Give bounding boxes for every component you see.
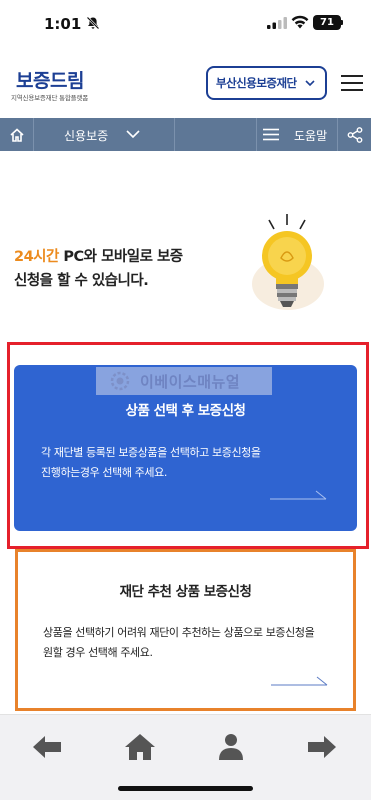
- nav-home-button[interactable]: [0, 118, 34, 151]
- wifi-icon: [291, 15, 309, 29]
- battery-tip: [341, 20, 343, 25]
- lightbulb-illustration: [252, 214, 324, 310]
- bell-slash-icon: [86, 16, 100, 30]
- share-icon: [347, 126, 362, 143]
- intro-text: 24시간 PC와 모바일로 보증 신청을 할 수 있습니다.: [14, 245, 183, 293]
- battery-icon: 71: [313, 15, 341, 30]
- foundation-select-label: 부산신용보증재단: [216, 76, 297, 90]
- logo-subtitle: 지역신용보증재단 통합플랫폼: [11, 94, 89, 102]
- battery-level: 71: [320, 17, 334, 28]
- nav-share-button[interactable]: [337, 118, 371, 151]
- card-title: 상품 선택 후 보증신청: [125, 403, 246, 419]
- person-icon[interactable]: [215, 733, 247, 761]
- watermark: 이베이스매뉴얼: [96, 367, 272, 395]
- home-indicator: [118, 786, 253, 791]
- nav-category-dropdown[interactable]: 신용보증: [34, 118, 174, 151]
- site-header: 보증드림 지역신용보증재단 통합플랫폼 부산신용보증재단: [0, 46, 371, 118]
- status-time: 1:01: [44, 15, 82, 33]
- foundation-recommended-apply-card[interactable]: 재단 추천 상품 보증신청 상품을 선택하기 어려워 재단이 추천하는 상품으로…: [15, 549, 356, 711]
- card-desc-line: 상품을 선택하기 어려워 재단이 추천하는 상품으로 보증신청을: [43, 626, 315, 639]
- intro-line-2: 신청을 할 수 있습니다.: [14, 273, 149, 289]
- hamburger-menu-icon[interactable]: [341, 75, 363, 93]
- nav-bar: 신용보증 도움말: [0, 118, 371, 151]
- status-bar: 1:01 71: [0, 0, 371, 46]
- home-icon[interactable]: [124, 733, 156, 761]
- chevron-down-icon: [305, 80, 315, 87]
- back-arrow-icon[interactable]: [31, 733, 63, 761]
- nav-help-button[interactable]: 도움말: [256, 118, 337, 151]
- cell-signal-icon: [267, 17, 287, 29]
- nav-divider: [174, 118, 175, 151]
- card-desc-line: 원할 경우 선택해 주세요.: [43, 646, 153, 659]
- intro-highlight: 24시간: [14, 249, 59, 265]
- watermark-logo-icon: [110, 371, 130, 391]
- nav-help-label: 도움말: [294, 129, 328, 143]
- watermark-text: 이베이스매뉴얼: [140, 372, 241, 391]
- intro-line-1: 24시간 PC와 모바일로 보증: [14, 245, 183, 269]
- nav-category-label: 신용보증: [64, 129, 109, 143]
- card-description: 상품을 선택하기 어려워 재단이 추천하는 상품으로 보증신청을 원할 경우 선…: [43, 623, 343, 663]
- arrow-right-icon: [271, 676, 328, 686]
- menu-line: [341, 82, 363, 84]
- arrow-right-icon: [270, 490, 327, 500]
- card-desc-line: 진행하는경우 선택해 주세요.: [41, 466, 167, 479]
- chevron-down-icon: [126, 130, 140, 139]
- intro-line-1-rest: PC와 모바일로 보증: [58, 249, 183, 265]
- menu-line: [341, 75, 363, 77]
- card-title: 재단 추천 상품 보증신청: [119, 584, 252, 600]
- card-desc-line: 각 재단별 등록된 보증상품을 선택하고 보증신청을: [41, 446, 261, 459]
- menu-line: [341, 89, 363, 91]
- home-icon: [9, 127, 24, 142]
- list-icon: [263, 128, 279, 141]
- card-description: 각 재단별 등록된 보증상품을 선택하고 보증신청을 진행하는경우 선택해 주세…: [41, 443, 341, 483]
- foundation-select[interactable]: 부산신용보증재단: [206, 66, 327, 100]
- forward-arrow-icon[interactable]: [306, 733, 338, 761]
- logo-title[interactable]: 보증드림: [16, 66, 84, 93]
